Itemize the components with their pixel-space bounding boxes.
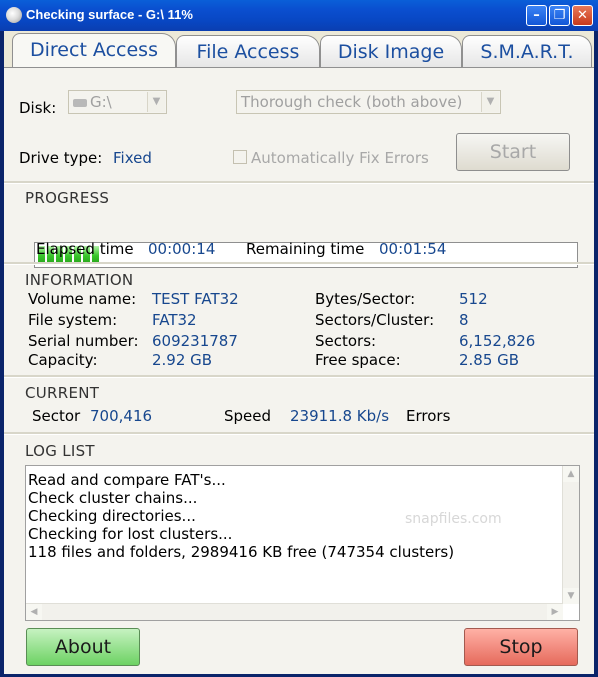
start-button[interactable]: Start [456,133,570,171]
tab-smart[interactable]: S.M.A.R.T. [462,35,592,67]
title-bar[interactable]: Checking surface - G:\ 11% – ❐ ✕ [0,0,598,31]
auto-fix-checkbox[interactable] [233,150,247,164]
file-system-value: FAT32 [152,311,197,329]
log-horizontal-scrollbar[interactable]: ◀ ▶ [26,603,563,620]
progress-title: PROGRESS [25,189,110,207]
serial-value: 609231787 [152,332,238,350]
auto-fix-label: Automatically Fix Errors [251,149,429,167]
free-space-label: Free space: [315,351,401,369]
log-line: Check cluster chains... [28,489,198,507]
sector-label: Sector [32,407,81,425]
chevron-down-icon: ▼ [147,92,165,112]
scroll-up-icon[interactable]: ▲ [563,466,579,482]
log-list[interactable]: Read and compare FAT's... Check cluster … [25,465,580,621]
free-space-value: 2.85 GB [459,351,520,369]
bytes-sector-label: Bytes/Sector: [315,290,416,308]
divider [4,181,594,184]
errors-label: Errors [406,407,451,425]
disk-select[interactable]: G:\ ▼ [68,90,167,114]
disk-select-value: G:\ [90,93,112,111]
about-button[interactable]: About [26,628,140,666]
file-system-label: File system: [28,311,118,329]
drive-type-label: Drive type: [19,149,103,167]
client-area: Direct Access File Access Disk Image S.M… [4,31,594,674]
sector-value: 700,416 [90,407,153,425]
minimize-button[interactable]: – [526,5,547,26]
bytes-sector-value: 512 [459,290,488,308]
scroll-right-icon[interactable]: ▶ [547,604,563,620]
log-line: Read and compare FAT's... [28,471,226,489]
divider [4,432,594,435]
disk-check-icon [6,7,22,23]
log-line: Checking directories... [28,507,196,525]
app-window: Checking surface - G:\ 11% – ❐ ✕ Direct … [0,0,598,677]
log-list-title: LOG LIST [25,442,95,460]
divider [4,262,594,265]
sectors-label: Sectors: [315,332,377,350]
tab-strip: Direct Access File Access Disk Image S.M… [4,31,594,69]
remaining-label: Remaining time [246,240,365,258]
log-vertical-scrollbar[interactable]: ▲ ▼ [562,466,579,604]
capacity-value: 2.92 GB [152,351,213,369]
elapsed-value: 00:00:14 [148,240,216,258]
scroll-left-icon[interactable]: ◀ [26,604,42,620]
divider [4,375,594,378]
direct-access-panel: Disk: G:\ ▼ Thorough check (both above) … [4,67,594,674]
maximize-button[interactable]: ❐ [549,5,570,26]
close-button[interactable]: ✕ [572,5,593,26]
drive-icon [73,98,87,107]
stop-button[interactable]: Stop [464,628,578,666]
check-mode-value: Thorough check (both above) [241,93,463,111]
drive-type-value: Fixed [113,149,152,167]
window-title: Checking surface - G:\ 11% [26,7,193,22]
current-title: CURRENT [25,384,100,402]
log-line: 118 files and folders, 2989416 KB free (… [28,543,455,561]
elapsed-label: Elapsed time [36,240,134,258]
volume-name-label: Volume name: [28,290,137,308]
serial-label: Serial number: [28,332,139,350]
sectors-cluster-value: 8 [459,311,469,329]
chevron-down-icon: ▼ [481,92,499,112]
information-title: INFORMATION [25,271,134,289]
tab-file-access[interactable]: File Access [176,35,320,67]
sectors-value: 6,152,826 [459,332,536,350]
capacity-label: Capacity: [28,351,98,369]
watermark: snapfiles.com [405,511,502,527]
log-line: Checking for lost clusters... [28,525,233,543]
speed-value: 23911.8 Kb/s [290,407,390,425]
check-mode-select[interactable]: Thorough check (both above) ▼ [236,90,501,114]
scroll-down-icon[interactable]: ▼ [563,588,579,604]
tab-disk-image[interactable]: Disk Image [320,35,462,67]
volume-name-value: TEST FAT32 [152,290,239,308]
disk-label: Disk: [19,99,57,117]
speed-label: Speed [224,407,272,425]
sectors-cluster-label: Sectors/Cluster: [315,311,435,329]
remaining-value: 00:01:54 [379,240,447,258]
tab-direct-access[interactable]: Direct Access [12,33,176,67]
